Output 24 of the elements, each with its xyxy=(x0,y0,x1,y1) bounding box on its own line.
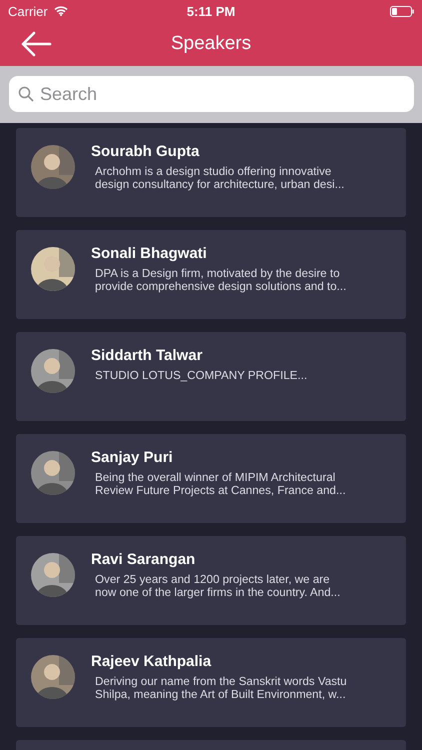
speaker-name: Sanjay Puri xyxy=(91,449,174,466)
speaker-name: Rajeev Kathpalia xyxy=(91,653,212,670)
speaker-card[interactable]: Sourabh Gupta Archohm is a design studio offering innovative design consultancy for architecture, urban desi... xyxy=(16,128,406,217)
speaker-description: DPA is a Design firm, motivated by the desire to provide comprehensive design solutions and to... xyxy=(95,267,346,293)
speaker-description: Over 25 years and 1200 projects later, we are now one of the larger firms in the country. And... xyxy=(95,573,340,599)
speaker-card[interactable]: Ravi Sarangan Over 25 years and 1200 projects later, we are now one of the larger firms in the country. And... xyxy=(16,536,406,625)
speaker-name: Sourabh Gupta xyxy=(91,143,200,160)
status-time: 5:11 PM xyxy=(186,4,236,18)
carrier-label: Carrier xyxy=(8,4,48,18)
search-field[interactable]: Search xyxy=(9,76,414,112)
speaker-description: Archohm is a design studio offering innovative design consultancy for architecture, urban desi... xyxy=(95,165,344,191)
speaker-card[interactable]: Siddarth Talwar STUDIO LOTUS_COMPANY PROFILE... xyxy=(16,332,406,421)
speaker-description: Being the overall winner of MIPIM Architectural Review Future Projects at Cannes, France and... xyxy=(95,471,346,497)
speaker-description: Deriving our name from the Sanskrit words Vastu Shilpa, meaning the Art of Built Environment, w... xyxy=(95,675,347,701)
battery-icon xyxy=(390,6,414,16)
speaker-card[interactable]: Rajeev Kathpalia Deriving our name from the Sanskrit words Vastu Shilpa, meaning the Art of Built Environment, w... xyxy=(16,638,406,727)
wifi-icon xyxy=(54,6,68,16)
speaker-name: Sonali Bhagwati xyxy=(91,245,208,262)
speaker-description: STUDIO LOTUS_COMPANY PROFILE... xyxy=(95,369,308,382)
page-title: Speakers xyxy=(170,33,252,55)
speaker-name: Siddarth Talwar xyxy=(91,347,204,364)
speaker-card[interactable]: Sonali Bhagwati DPA is a Design firm, motivated by the desire to provide comprehensive design solutions and to... xyxy=(16,230,406,319)
speaker-name: Ravi Sarangan xyxy=(91,551,196,568)
speaker-card[interactable]: Sanjay Puri Being the overall winner of MIPIM Architectural Review Future Projects at Cannes, France and... xyxy=(16,434,406,523)
